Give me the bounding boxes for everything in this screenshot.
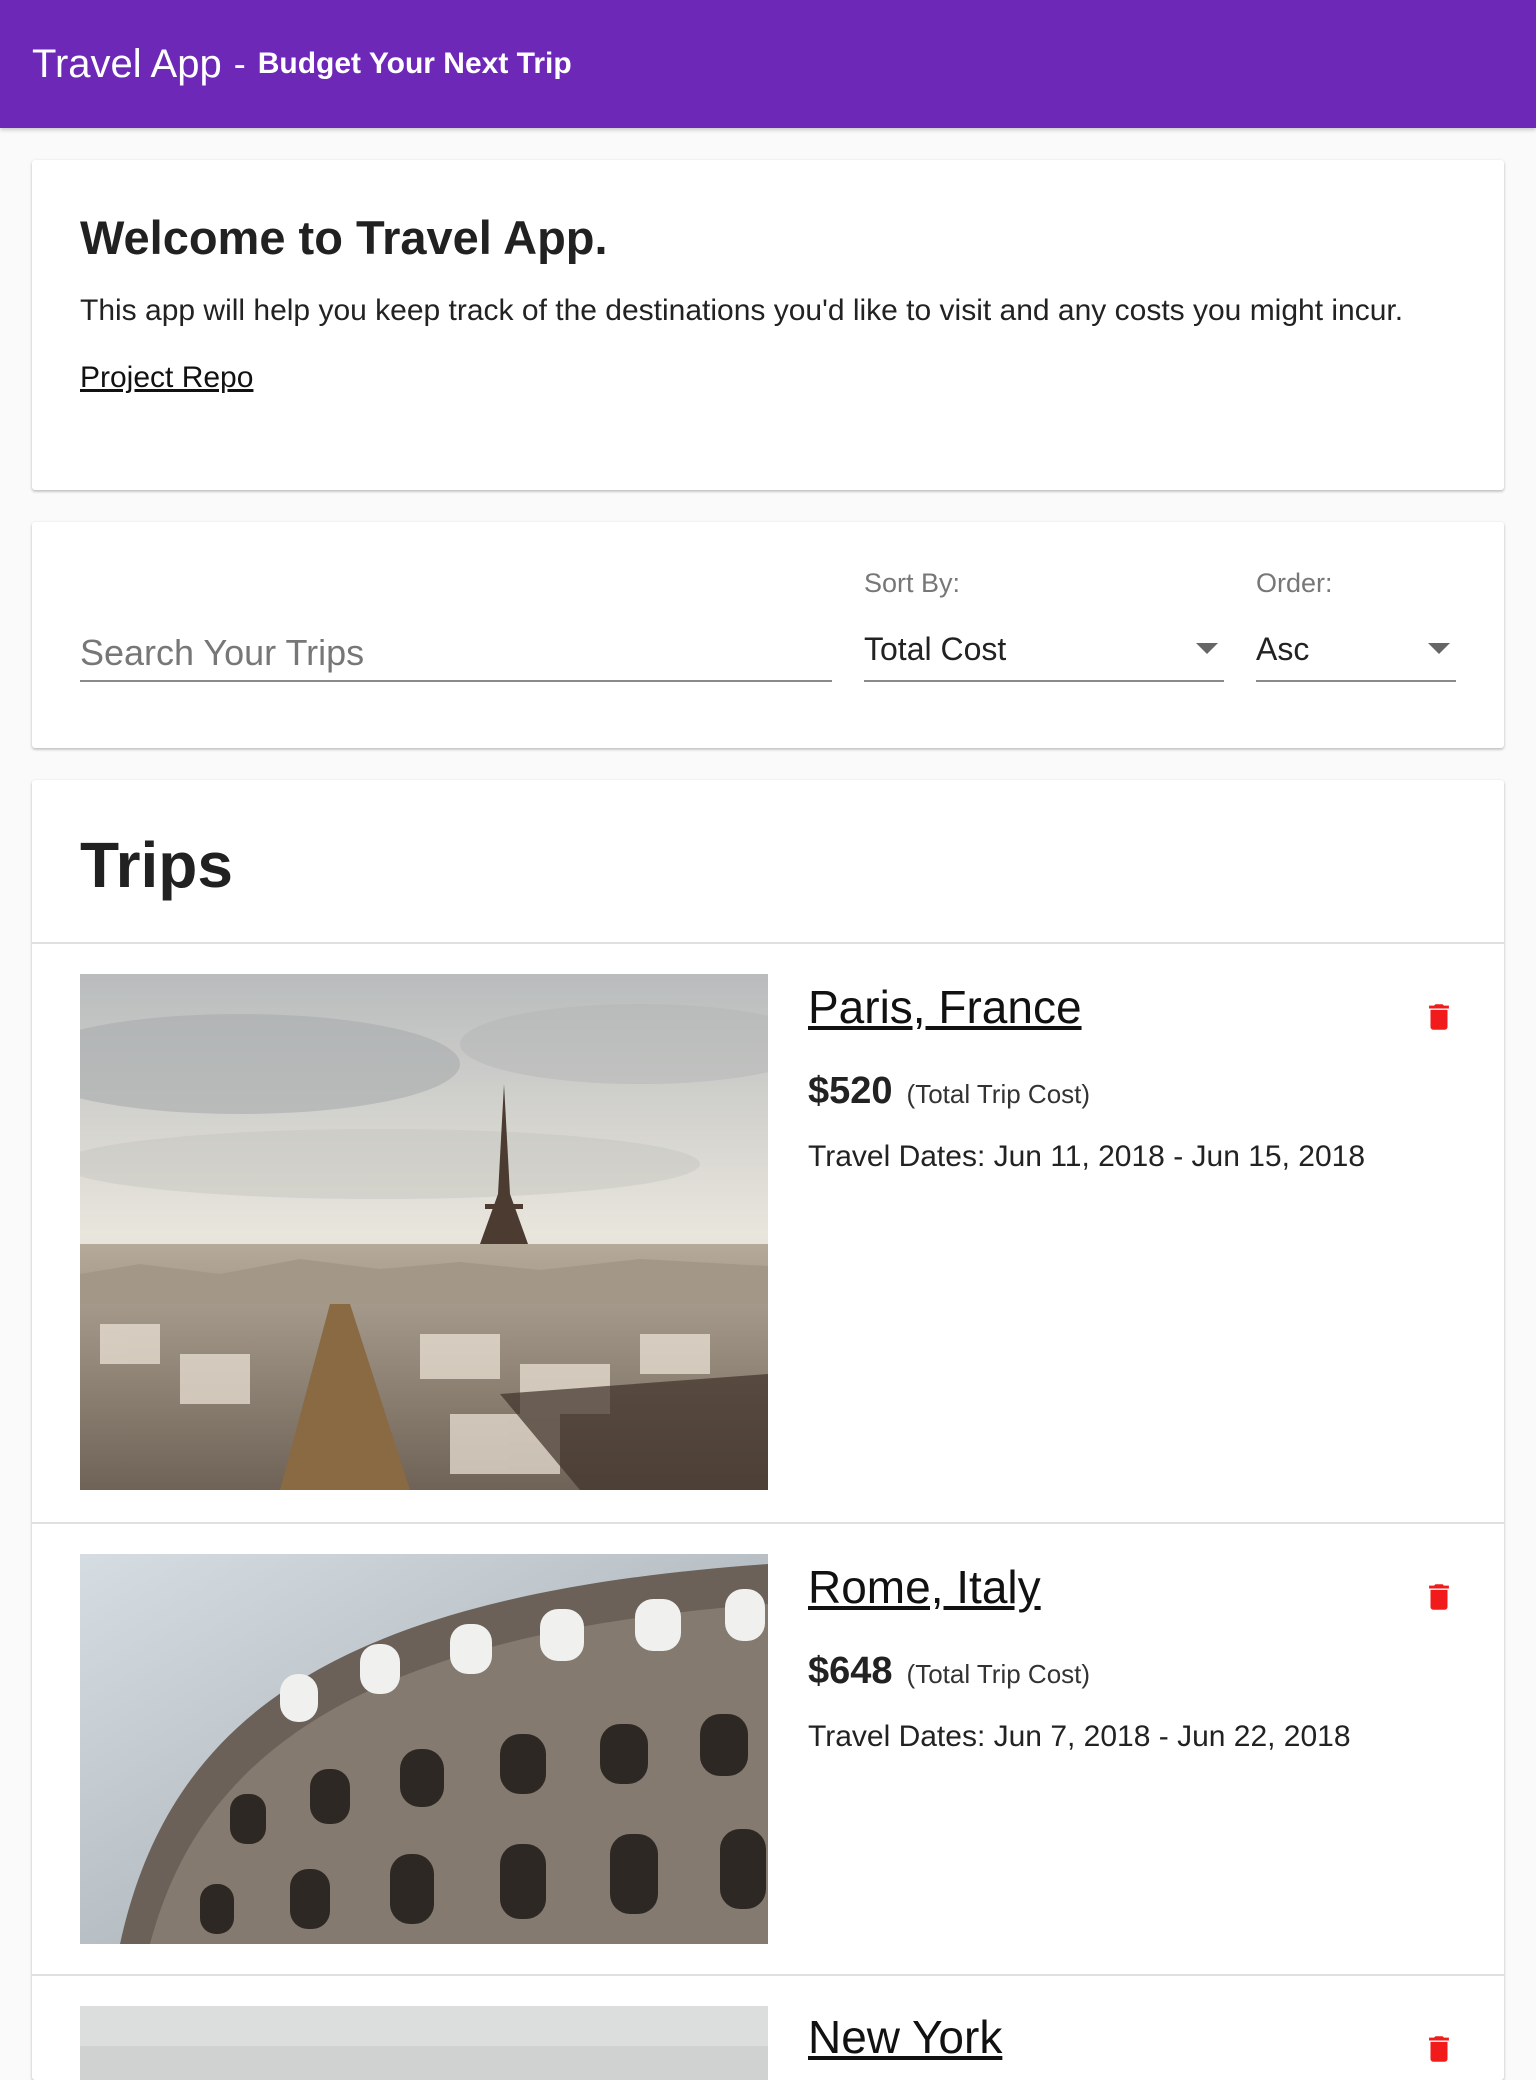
trip-cost-note: (Total Trip Cost) [906, 1659, 1091, 1689]
trip-item: Rome, Italy $648 (Total Trip Cost) Travel… [32, 1524, 1504, 1976]
trip-item: Paris, France $520 (Total Trip Cost) Trav… [32, 944, 1504, 1524]
trip-title-link[interactable]: Paris, France [808, 980, 1082, 1034]
order-value: Asc [1256, 631, 1310, 667]
order-label: Order: [1256, 568, 1333, 598]
trips-card: Trips Paris, France $520 (Total Trip Cos… [32, 780, 1504, 2080]
trip-photo-new-york [80, 2006, 768, 2080]
trash-icon[interactable] [1422, 1000, 1456, 1034]
welcome-heading: Welcome to Travel App. [80, 211, 608, 264]
project-repo-link[interactable]: Project Repo [80, 361, 253, 395]
trip-cost: $648 (Total Trip Cost) [808, 1650, 1090, 1693]
app-subtitle: Budget Your Next Trip [257, 47, 572, 80]
trip-photo-paris [80, 974, 768, 1490]
trip-cost-value: $520 [808, 1070, 893, 1112]
trip-title-link[interactable]: Rome, Italy [808, 1560, 1041, 1614]
search-input[interactable] [80, 632, 832, 674]
trip-cost-value: $648 [808, 1650, 893, 1692]
welcome-card: Welcome to Travel App. This app will hel… [32, 160, 1504, 490]
order-select[interactable]: Order: Asc [1256, 568, 1456, 682]
sort-by-select[interactable]: Sort By: Total Cost [864, 568, 1224, 682]
trip-dates: Travel Dates: Jun 7, 2018 - Jun 22, 2018 [808, 1720, 1351, 1753]
trip-dates: Travel Dates: Jun 11, 2018 - Jun 15, 201… [808, 1140, 1366, 1173]
welcome-description: This app will help you keep track of the… [80, 294, 1404, 327]
search-field [80, 610, 832, 682]
trips-heading: Trips [32, 780, 1504, 944]
filters-card: Sort By: Total Cost Order: Asc [32, 522, 1504, 748]
trash-icon[interactable] [1422, 1580, 1456, 1614]
title-separator: - [233, 43, 246, 84]
sort-by-label: Sort By: [864, 568, 961, 598]
trip-cost-note: (Total Trip Cost) [906, 1079, 1091, 1109]
trash-icon[interactable] [1422, 2032, 1456, 2066]
app-header: Travel App - Budget Your Next Trip [0, 0, 1536, 128]
trip-title-link[interactable]: New York [808, 2010, 1002, 2064]
sort-by-value: Total Cost [864, 631, 1007, 667]
trip-cost: $520 (Total Trip Cost) [808, 1070, 1090, 1113]
chevron-down-icon [1428, 643, 1450, 654]
trip-photo-rome [80, 1554, 768, 1944]
chevron-down-icon [1196, 643, 1218, 654]
app-title: Travel App [32, 41, 222, 86]
trip-item: New York [32, 1976, 1504, 2080]
